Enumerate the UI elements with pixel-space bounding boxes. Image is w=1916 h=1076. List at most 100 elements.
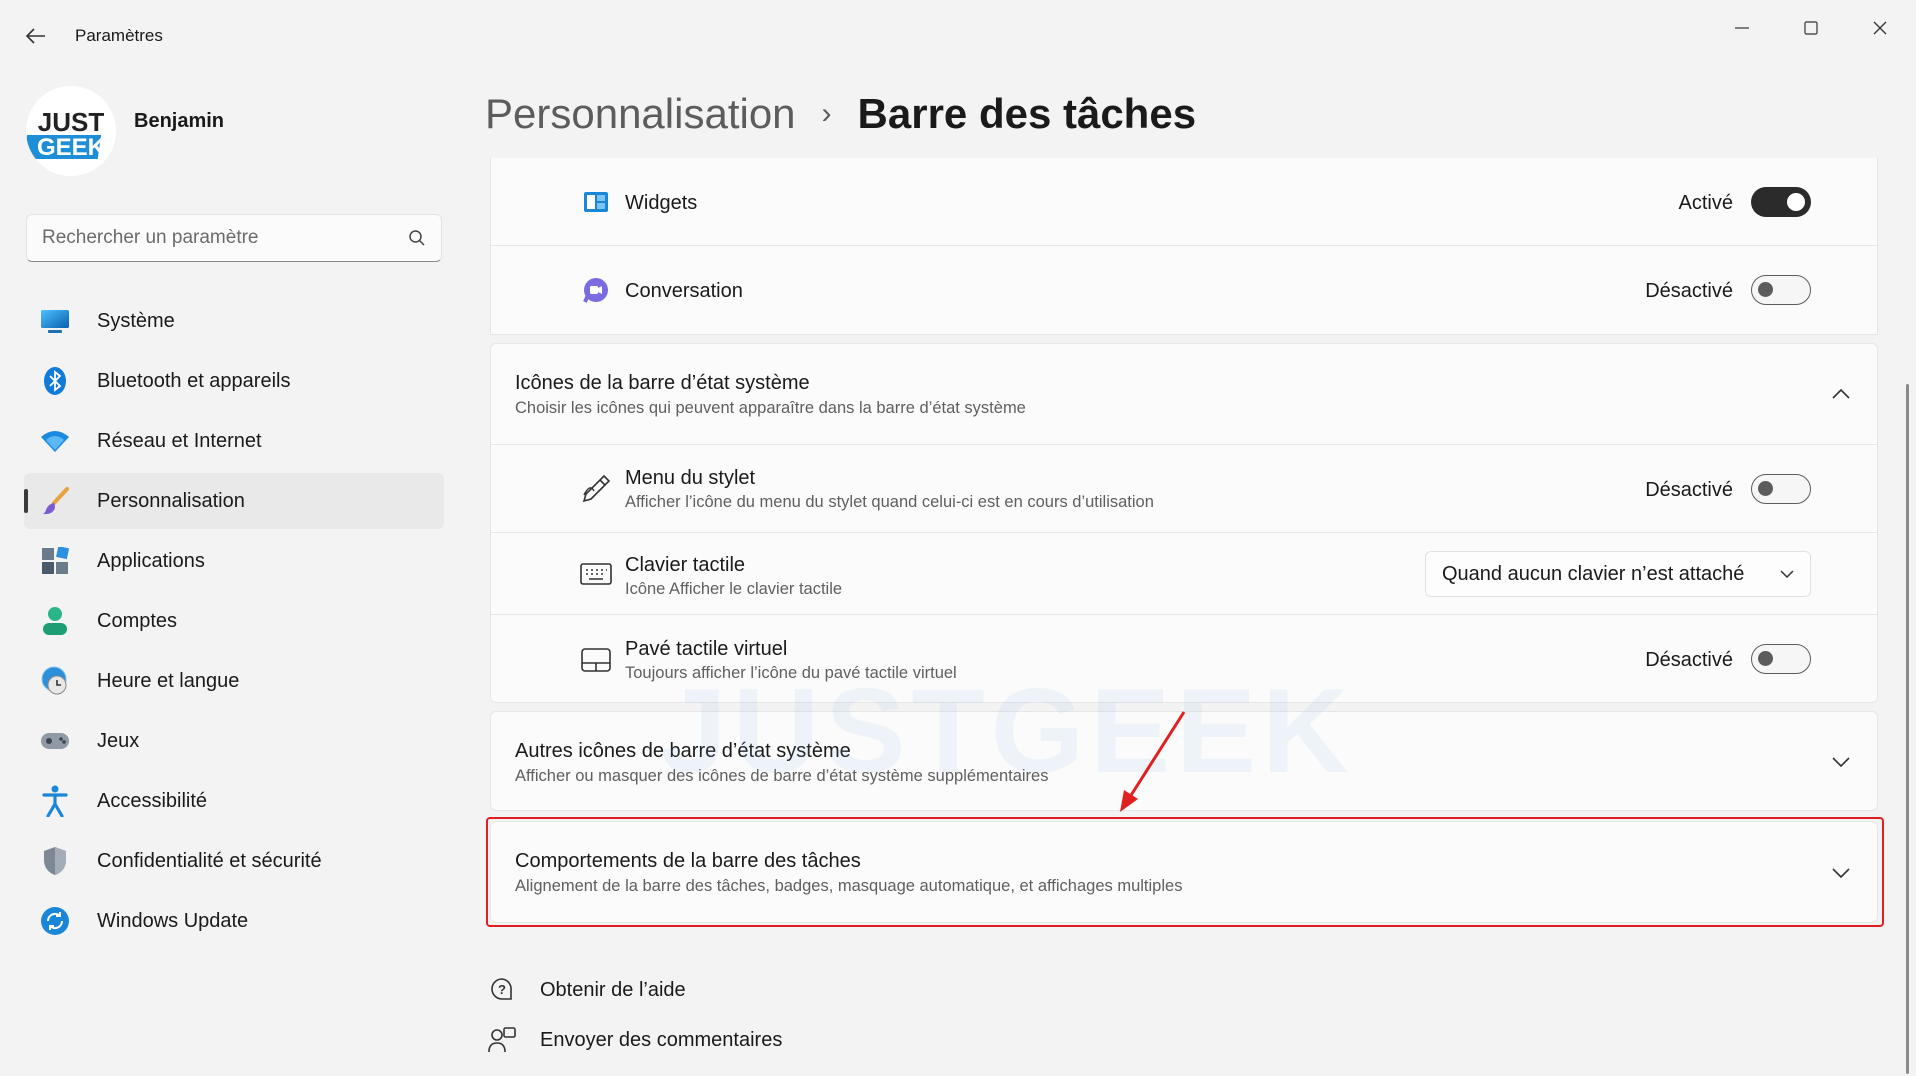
sidebar-item-label: Réseau et Internet [97,429,262,452]
sidebar-item-apps[interactable]: Applications [24,533,444,589]
breadcrumb-parent[interactable]: Personnalisation [485,90,796,138]
widgets-state: Activé [1678,192,1733,214]
user-name: Benjamin [134,110,225,132]
avatar[interactable]: JUST GEEK [26,86,116,176]
virtual-touchpad-state: Désactivé [1645,649,1733,671]
pen-menu-state: Désactivé [1645,479,1733,501]
breadcrumb: Personnalisation › Barre des tâches [485,86,1196,142]
sidebar-item-label: Bluetooth et appareils [97,369,291,392]
sidebar-item-label: Applications [97,549,205,572]
keyboard-icon [579,557,613,591]
widgets-row: Widgets Activé [491,158,1877,246]
sidebar-item-label: Accessibilité [97,789,208,812]
sidebar-item-personalization[interactable]: Personnalisation [24,473,444,529]
update-icon [40,906,70,936]
minimize-button[interactable] [1712,8,1772,48]
pen-menu-toggle[interactable] [1751,474,1811,504]
sidebar-item-label: Confidentialité et sécurité [97,849,322,872]
sidebar-item-label: Système [97,309,175,332]
arrow-left-icon [26,28,45,44]
feedback-icon [486,1024,518,1056]
minimize-icon [1735,27,1749,29]
tray-icons-title: Icônes de la barre d’état système [515,372,810,394]
tray-icons-subtitle: Choisir les icônes qui peuvent apparaîtr… [515,399,1026,417]
shield-icon [40,846,70,876]
title-bar: Paramètres [0,0,1916,72]
maximize-button[interactable] [1781,8,1841,48]
behaviors-subtitle: Alignement de la barre des tâches, badge… [515,877,1183,895]
close-icon [1873,21,1887,35]
pen-menu-subtitle: Afficher l’icône du menu du stylet quand… [625,493,1154,511]
touchpad-icon [579,643,613,677]
sidebar-item-privacy-security[interactable]: Confidentialité et sécurité [24,833,444,889]
search-box[interactable] [26,214,442,262]
sidebar-item-network[interactable]: Réseau et Internet [24,413,444,469]
sidebar-item-time-language[interactable]: Heure et langue [24,653,444,709]
back-button[interactable] [18,20,54,52]
sidebar-item-windows-update[interactable]: Windows Update [24,893,444,949]
get-help-link[interactable]: ? Obtenir de l’aide [486,974,686,1006]
sidebar-item-accessibility[interactable]: Accessibilité [24,773,444,829]
breadcrumb-separator: › [821,97,832,130]
bluetooth-icon [40,366,70,396]
virtual-touchpad-subtitle: Toujours afficher l’icône du pavé tactil… [625,664,957,682]
chevron-down-icon[interactable] [1827,748,1855,776]
chevron-up-icon[interactable] [1827,380,1855,408]
wifi-icon [40,426,70,456]
page-title: Barre des tâches [857,90,1197,137]
other-tray-subtitle: Afficher ou masquer des icônes de barre … [515,767,1049,785]
chevron-down-icon[interactable] [1827,859,1855,887]
logo-line1: JUST [38,107,105,137]
widgets-icon [579,185,613,219]
touch-keyboard-row: Clavier tactile Icône Afficher le clavie… [491,533,1877,615]
monitor-icon [40,306,70,336]
sidebar-item-gaming[interactable]: Jeux [24,713,444,769]
maximize-icon [1804,21,1818,35]
conversation-toggle[interactable] [1751,275,1811,305]
sidebar-item-label: Personnalisation [97,489,245,512]
sidebar-item-system[interactable]: Système [24,293,444,349]
send-feedback-link[interactable]: Envoyer des commentaires [486,1024,782,1056]
virtual-touchpad-title: Pavé tactile virtuel [625,638,788,660]
taskbar-behaviors-section[interactable]: Comportements de la barre des tâches Ali… [490,821,1878,923]
send-feedback-label: Envoyer des commentaires [540,1028,783,1051]
pen-menu-title: Menu du stylet [625,467,756,489]
help-icon: ? [486,974,518,1006]
touch-keyboard-subtitle: Icône Afficher le clavier tactile [625,580,843,598]
search-input[interactable] [42,227,408,249]
tray-icons-section: Icônes de la barre d’état système Choisi… [490,343,1878,703]
brush-icon [40,486,70,516]
svg-text:?: ? [498,982,506,997]
conversation-state: Désactivé [1645,280,1733,302]
close-button[interactable] [1850,8,1910,48]
other-tray-title: Autres icônes de barre d’état système [515,740,851,762]
virtual-touchpad-toggle[interactable] [1751,644,1811,674]
sidebar-item-label: Jeux [97,729,140,752]
touch-keyboard-selected: Quand aucun clavier n’est attaché [1442,562,1745,585]
justgeek-logo-icon: JUST GEEK [26,86,116,176]
pen-menu-row: Menu du stylet Afficher l’icône du menu … [491,445,1877,533]
apps-icon [40,546,70,576]
virtual-touchpad-row: Pavé tactile virtuel Toujours afficher l… [491,615,1877,704]
pen-icon [579,472,613,506]
touch-keyboard-title: Clavier tactile [625,554,746,576]
get-help-label: Obtenir de l’aide [540,978,686,1001]
search-icon[interactable] [408,229,426,247]
gamepad-icon [40,726,70,756]
sidebar-item-label: Windows Update [97,909,249,932]
touch-keyboard-dropdown[interactable]: Quand aucun clavier n’est attaché [1425,551,1811,597]
sidebar-item-label: Heure et langue [97,669,240,692]
app-title: Paramètres [75,26,163,45]
sidebar-item-bluetooth[interactable]: Bluetooth et appareils [24,353,444,409]
sidebar-item-accounts[interactable]: Comptes [24,593,444,649]
scrollbar[interactable] [1906,384,1909,1074]
tray-icons-header[interactable]: Icônes de la barre d’état système Choisi… [491,344,1877,445]
globe-clock-icon [40,666,70,696]
logo-line2: GEEK [37,134,106,161]
widgets-toggle[interactable] [1751,187,1811,217]
behaviors-title: Comportements de la barre des tâches [515,850,861,872]
chevron-down-icon [1780,570,1794,578]
conversation-row: Conversation Désactivé [491,246,1877,335]
other-tray-icons-section[interactable]: Autres icônes de barre d’état système Af… [490,711,1878,811]
taskbar-items-card: Widgets Activé Conversation Désactivé [490,158,1878,335]
